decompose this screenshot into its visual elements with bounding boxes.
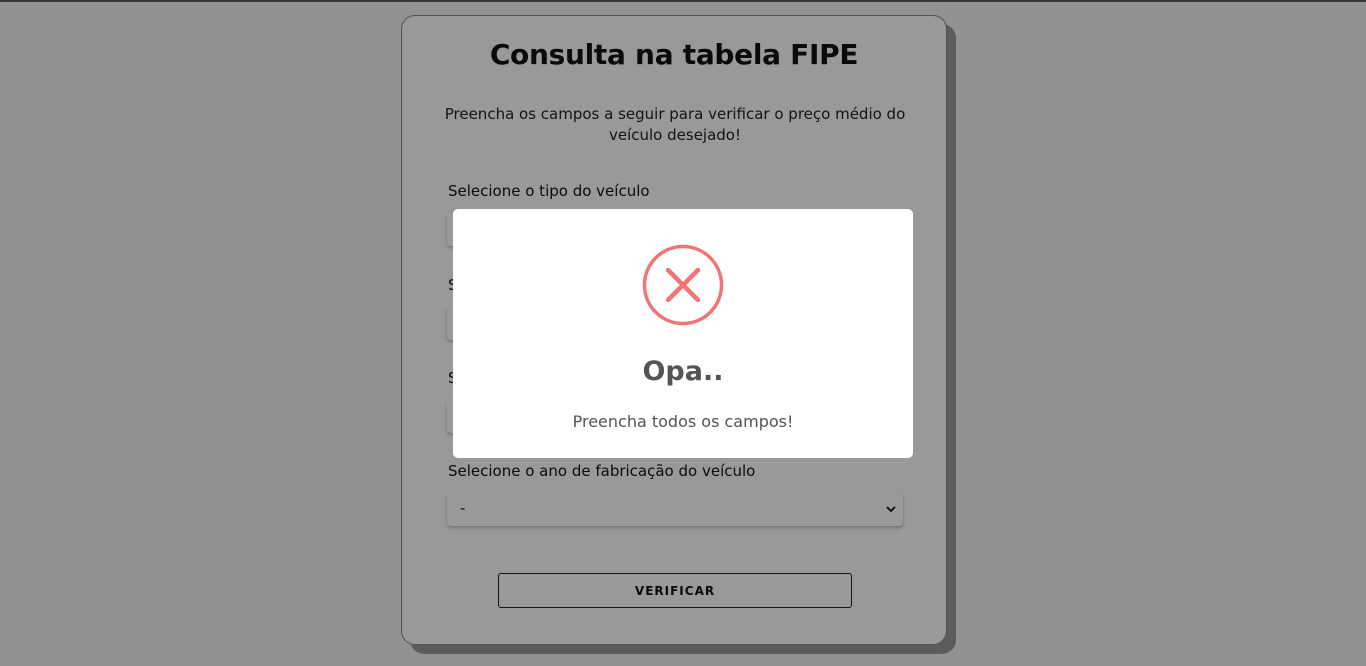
modal-message: Preencha todos os campos! xyxy=(572,412,794,431)
error-x-icon xyxy=(642,244,724,326)
modal-title: Opa.. xyxy=(642,356,724,387)
page: Consulta na tabela FIPE Preencha os camp… xyxy=(0,0,1366,666)
error-modal: Opa.. Preencha todos os campos! xyxy=(453,209,913,458)
